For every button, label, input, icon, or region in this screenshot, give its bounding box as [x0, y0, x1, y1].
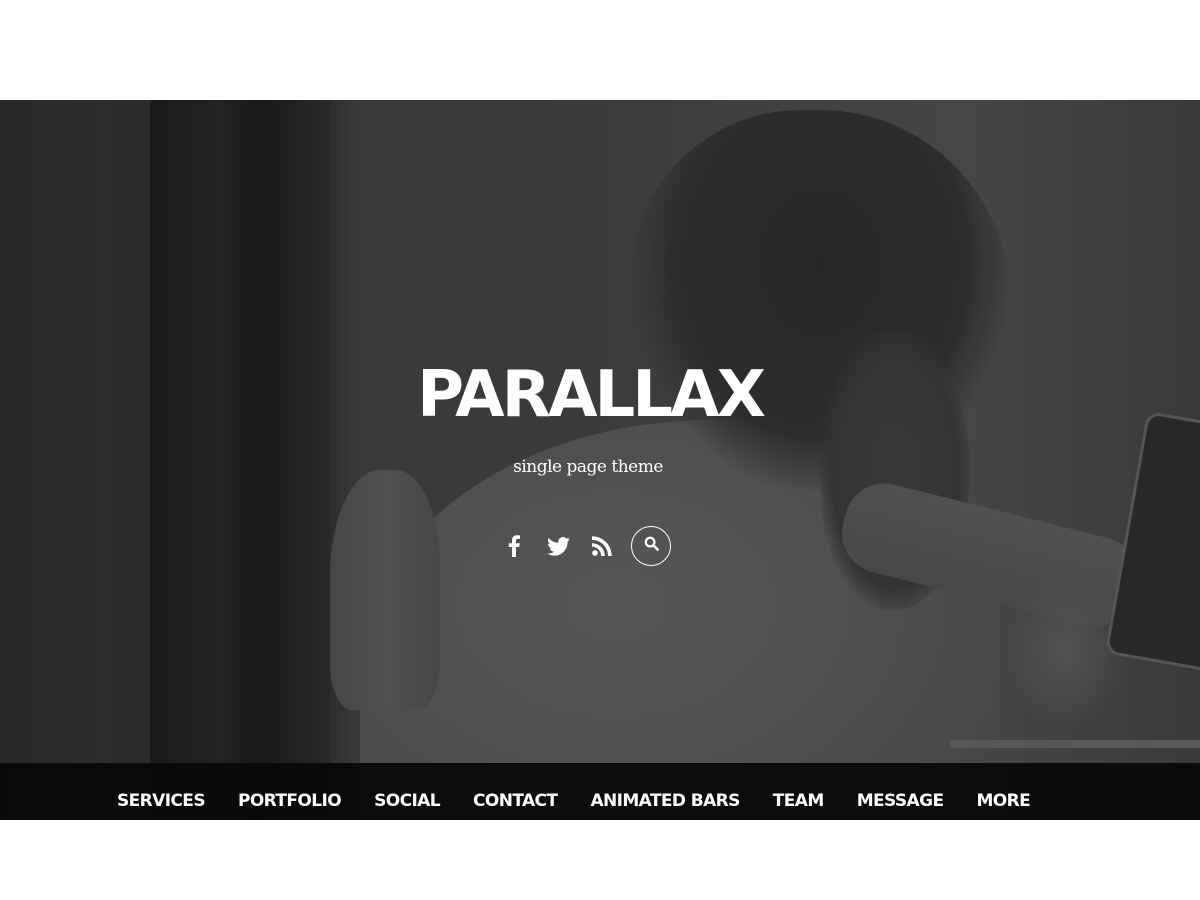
main-navigation: SERVICES PORTFOLIO SOCIAL CONTACT ANIMAT… — [0, 763, 1200, 820]
twitter-icon — [546, 536, 570, 556]
nav-item-more[interactable]: MORE — [976, 791, 1030, 811]
nav-item-social[interactable]: SOCIAL — [374, 791, 440, 811]
nav-item-services[interactable]: SERVICES — [117, 791, 206, 811]
site-tagline: single page theme — [513, 457, 663, 477]
rss-icon — [592, 536, 612, 556]
nav-item-team[interactable]: TEAM — [773, 791, 824, 811]
rss-link[interactable] — [591, 535, 613, 557]
search-icon — [644, 536, 659, 556]
social-links — [503, 525, 671, 567]
nav-item-message[interactable]: MESSAGE — [857, 791, 944, 811]
nav-item-contact[interactable]: CONTACT — [473, 791, 558, 811]
site-title[interactable]: PARALLAX — [0, 358, 1180, 432]
facebook-link[interactable] — [503, 535, 525, 557]
nav-item-portfolio[interactable]: PORTFOLIO — [238, 791, 342, 811]
search-button[interactable] — [631, 526, 671, 566]
twitter-link[interactable] — [546, 535, 570, 557]
nav-item-animated-bars[interactable]: ANIMATED BARS — [590, 791, 740, 811]
hero-section: PARALLAX single page theme SERVICES PORT… — [0, 100, 1200, 820]
nav-list: SERVICES PORTFOLIO SOCIAL CONTACT ANIMAT… — [0, 791, 1063, 811]
facebook-icon — [508, 535, 520, 557]
